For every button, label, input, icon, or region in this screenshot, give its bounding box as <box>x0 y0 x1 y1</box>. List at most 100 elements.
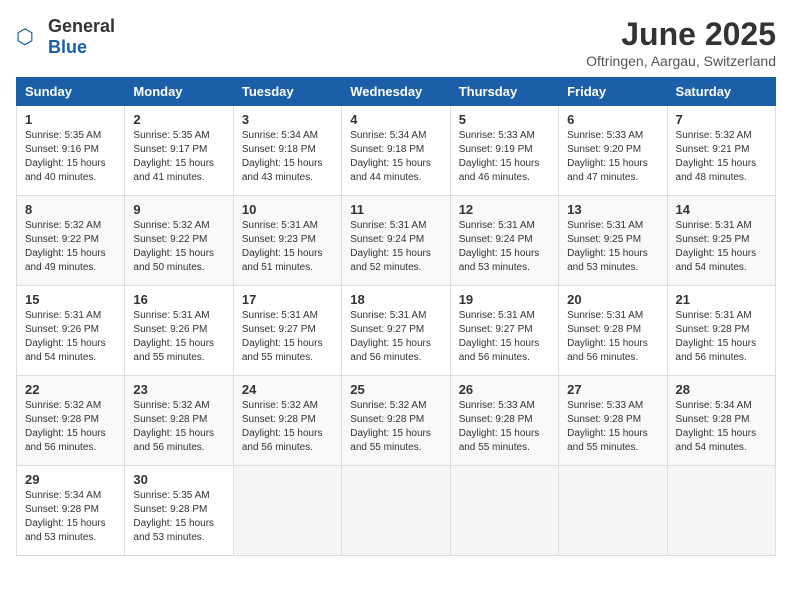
header-tuesday: Tuesday <box>233 78 341 106</box>
calendar-cell: 27Sunrise: 5:33 AMSunset: 9:28 PMDayligh… <box>559 376 667 466</box>
day-info: Sunrise: 5:31 AMSunset: 9:27 PMDaylight:… <box>242 309 333 365</box>
title-area: June 2025 Oftringen, Aargau, Switzerland <box>586 16 776 69</box>
day-info: Sunrise: 5:32 AMSunset: 9:22 PMDaylight:… <box>133 219 224 275</box>
day-number: 7 <box>676 112 767 127</box>
day-number: 2 <box>133 112 224 127</box>
day-number: 5 <box>459 112 550 127</box>
day-number: 30 <box>133 472 224 487</box>
day-info: Sunrise: 5:31 AMSunset: 9:27 PMDaylight:… <box>350 309 441 365</box>
day-info: Sunrise: 5:32 AMSunset: 9:28 PMDaylight:… <box>133 399 224 455</box>
calendar-cell: 11 Sunrise: 5:31 AMSunset: 9:24 PMDayligh… <box>342 196 450 286</box>
day-number: 14 <box>676 202 767 217</box>
day-info: Sunrise: 5:32 AMSunset: 9:28 PMDaylight:… <box>242 399 333 455</box>
calendar-cell: 15Sunrise: 5:31 AMSunset: 9:26 PMDayligh… <box>17 286 125 376</box>
day-number: 6 <box>567 112 658 127</box>
day-info: Sunrise: 5:35 AMSunset: 9:16 PMDaylight:… <box>25 129 116 185</box>
day-info: Sunrise: 5:32 AMSunset: 9:22 PMDaylight:… <box>25 219 116 275</box>
day-number: 3 <box>242 112 333 127</box>
day-info: Sunrise: 5:31 AMSunset: 9:28 PMDaylight:… <box>676 309 767 365</box>
svg-text:⬡: ⬡ <box>16 26 34 49</box>
week-row-5: 29 Sunrise: 5:34 AMSunset: 9:28 PMDayligh… <box>17 466 776 556</box>
calendar-header-row: SundayMondayTuesdayWednesdayThursdayFrid… <box>17 78 776 106</box>
day-info: Sunrise: 5:31 AMSunset: 9:26 PMDaylight:… <box>133 309 224 365</box>
calendar-cell: 17Sunrise: 5:31 AMSunset: 9:27 PMDayligh… <box>233 286 341 376</box>
header-sunday: Sunday <box>17 78 125 106</box>
day-number: 28 <box>676 382 767 397</box>
day-info: Sunrise: 5:34 AMSunset: 9:28 PMDaylight:… <box>676 399 767 455</box>
calendar-cell: 22 Sunrise: 5:32 AMSunset: 9:28 PMDayligh… <box>17 376 125 466</box>
calendar-cell: 2Sunrise: 5:35 AMSunset: 9:17 PMDaylight… <box>125 106 233 196</box>
day-info: Sunrise: 5:32 AMSunset: 9:28 PMDaylight:… <box>350 399 441 455</box>
day-info: Sunrise: 5:31 AMSunset: 9:24 PMDaylight:… <box>459 219 550 275</box>
calendar-cell: 29 Sunrise: 5:34 AMSunset: 9:28 PMDayligh… <box>17 466 125 556</box>
calendar-cell: 1Sunrise: 5:35 AMSunset: 9:16 PMDaylight… <box>17 106 125 196</box>
calendar-cell: 13 Sunrise: 5:31 AMSunset: 9:25 PMDayligh… <box>559 196 667 286</box>
day-number: 11 <box>350 202 441 217</box>
week-row-4: 22 Sunrise: 5:32 AMSunset: 9:28 PMDayligh… <box>17 376 776 466</box>
day-info: Sunrise: 5:33 AMSunset: 9:19 PMDaylight:… <box>459 129 550 185</box>
calendar-cell: 26Sunrise: 5:33 AMSunset: 9:28 PMDayligh… <box>450 376 558 466</box>
day-number: 10 <box>242 202 333 217</box>
day-info: Sunrise: 5:31 AMSunset: 9:28 PMDaylight:… <box>567 309 658 365</box>
day-number: 13 <box>567 202 658 217</box>
calendar-cell: 10 Sunrise: 5:31 AMSunset: 9:23 PMDayligh… <box>233 196 341 286</box>
calendar-cell: 25Sunrise: 5:32 AMSunset: 9:28 PMDayligh… <box>342 376 450 466</box>
day-info: Sunrise: 5:34 AMSunset: 9:18 PMDaylight:… <box>350 129 441 185</box>
calendar-cell: 30Sunrise: 5:35 AMSunset: 9:28 PMDayligh… <box>125 466 233 556</box>
logo-blue: Blue <box>48 37 87 57</box>
calendar-cell: 5 Sunrise: 5:33 AMSunset: 9:19 PMDaylight… <box>450 106 558 196</box>
day-number: 21 <box>676 292 767 307</box>
day-info: Sunrise: 5:31 AMSunset: 9:27 PMDaylight:… <box>459 309 550 365</box>
page-subtitle: Oftringen, Aargau, Switzerland <box>586 53 776 69</box>
calendar-cell: 6Sunrise: 5:33 AMSunset: 9:20 PMDaylight… <box>559 106 667 196</box>
day-number: 20 <box>567 292 658 307</box>
calendar-cell: 20 Sunrise: 5:31 AMSunset: 9:28 PMDayligh… <box>559 286 667 376</box>
header-monday: Monday <box>125 78 233 106</box>
day-number: 23 <box>133 382 224 397</box>
calendar-cell: 3 Sunrise: 5:34 AMSunset: 9:18 PMDaylight… <box>233 106 341 196</box>
day-number: 9 <box>133 202 224 217</box>
calendar-cell <box>233 466 341 556</box>
day-number: 8 <box>25 202 116 217</box>
day-number: 29 <box>25 472 116 487</box>
header-saturday: Saturday <box>667 78 775 106</box>
day-info: Sunrise: 5:34 AMSunset: 9:18 PMDaylight:… <box>242 129 333 185</box>
logo-icon: ⬡ <box>16 23 44 51</box>
day-number: 19 <box>459 292 550 307</box>
calendar-cell <box>559 466 667 556</box>
day-number: 4 <box>350 112 441 127</box>
header-wednesday: Wednesday <box>342 78 450 106</box>
calendar-cell: 8 Sunrise: 5:32 AMSunset: 9:22 PMDaylight… <box>17 196 125 286</box>
day-info: Sunrise: 5:34 AMSunset: 9:28 PMDaylight:… <box>25 489 116 545</box>
calendar-table: SundayMondayTuesdayWednesdayThursdayFrid… <box>16 77 776 556</box>
day-info: Sunrise: 5:31 AMSunset: 9:25 PMDaylight:… <box>567 219 658 275</box>
page-header: ⬡ General Blue June 2025 Oftringen, Aarg… <box>16 16 776 69</box>
calendar-cell: 9 Sunrise: 5:32 AMSunset: 9:22 PMDaylight… <box>125 196 233 286</box>
day-number: 22 <box>25 382 116 397</box>
logo: ⬡ General Blue <box>16 16 115 58</box>
week-row-1: 1Sunrise: 5:35 AMSunset: 9:16 PMDaylight… <box>17 106 776 196</box>
calendar-cell: 4 Sunrise: 5:34 AMSunset: 9:18 PMDaylight… <box>342 106 450 196</box>
calendar-cell <box>342 466 450 556</box>
page-title: June 2025 <box>586 16 776 53</box>
calendar-cell: 16 Sunrise: 5:31 AMSunset: 9:26 PMDayligh… <box>125 286 233 376</box>
calendar-cell: 14Sunrise: 5:31 AMSunset: 9:25 PMDayligh… <box>667 196 775 286</box>
day-info: Sunrise: 5:32 AMSunset: 9:28 PMDaylight:… <box>25 399 116 455</box>
day-number: 16 <box>133 292 224 307</box>
day-number: 15 <box>25 292 116 307</box>
day-info: Sunrise: 5:31 AMSunset: 9:24 PMDaylight:… <box>350 219 441 275</box>
calendar-cell: 12 Sunrise: 5:31 AMSunset: 9:24 PMDayligh… <box>450 196 558 286</box>
calendar-cell: 18 Sunrise: 5:31 AMSunset: 9:27 PMDayligh… <box>342 286 450 376</box>
day-info: Sunrise: 5:32 AMSunset: 9:21 PMDaylight:… <box>676 129 767 185</box>
day-info: Sunrise: 5:31 AMSunset: 9:23 PMDaylight:… <box>242 219 333 275</box>
week-row-2: 8 Sunrise: 5:32 AMSunset: 9:22 PMDaylight… <box>17 196 776 286</box>
day-number: 18 <box>350 292 441 307</box>
calendar-cell: 23 Sunrise: 5:32 AMSunset: 9:28 PMDayligh… <box>125 376 233 466</box>
day-number: 12 <box>459 202 550 217</box>
header-thursday: Thursday <box>450 78 558 106</box>
calendar-cell: 19 Sunrise: 5:31 AMSunset: 9:27 PMDayligh… <box>450 286 558 376</box>
day-info: Sunrise: 5:33 AMSunset: 9:28 PMDaylight:… <box>567 399 658 455</box>
calendar-cell: 28 Sunrise: 5:34 AMSunset: 9:28 PMDayligh… <box>667 376 775 466</box>
calendar-cell <box>667 466 775 556</box>
calendar-cell: 7 Sunrise: 5:32 AMSunset: 9:21 PMDaylight… <box>667 106 775 196</box>
